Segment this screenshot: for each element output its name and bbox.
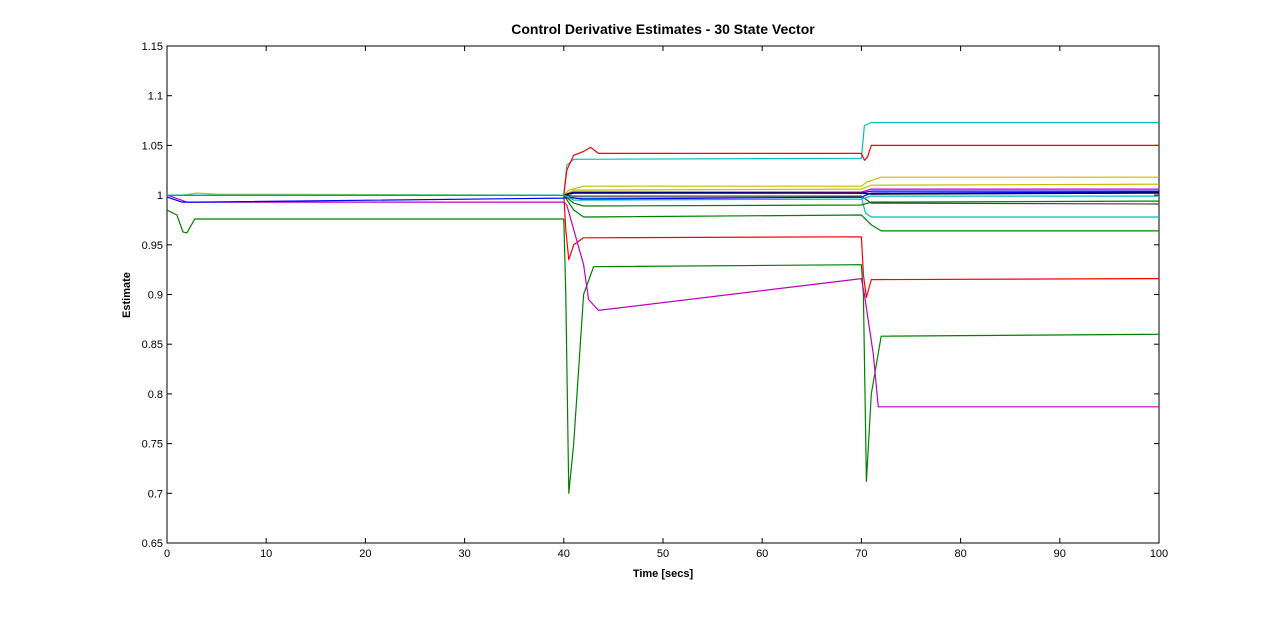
y-tick-label: 0.85 [142, 339, 163, 351]
y-tick-label: 0.7 [148, 488, 163, 500]
y-tick-label: 0.65 [142, 538, 163, 550]
x-tick-label: 100 [1150, 548, 1168, 560]
x-tick-label: 60 [756, 548, 768, 560]
chart-title: Control Derivative Estimates - 30 State … [511, 21, 815, 37]
y-tick-label: 1.1 [148, 91, 163, 103]
plot-area [166, 45, 1160, 544]
y-tick-label: 0.75 [142, 439, 163, 451]
y-tick-label: 1.15 [142, 41, 163, 53]
y-tick-label: 1 [157, 190, 163, 202]
y-tick-label: 1.05 [142, 140, 163, 152]
x-tick-label: 50 [657, 548, 669, 560]
x-axis-label: Time [secs] [633, 568, 694, 580]
x-tick-label: 90 [1054, 548, 1066, 560]
line-chart: Control Derivative Estimates - 30 State … [121, 21, 1168, 580]
y-axis-label: Estimate [121, 272, 133, 318]
y-tick-label: 0.9 [148, 290, 163, 302]
x-tick-label: 30 [458, 548, 470, 560]
x-tick-label: 10 [260, 548, 272, 560]
y-tick-label: 0.8 [148, 389, 163, 401]
x-tick-label: 70 [855, 548, 867, 560]
y-tick-label: 0.95 [142, 240, 163, 252]
chart-figure: Control Derivative Estimates - 30 State … [0, 0, 1282, 612]
x-tick-label: 40 [558, 548, 570, 560]
x-tick-label: 20 [359, 548, 371, 560]
x-tick-label: 0 [164, 548, 170, 560]
x-tick-label: 80 [954, 548, 966, 560]
